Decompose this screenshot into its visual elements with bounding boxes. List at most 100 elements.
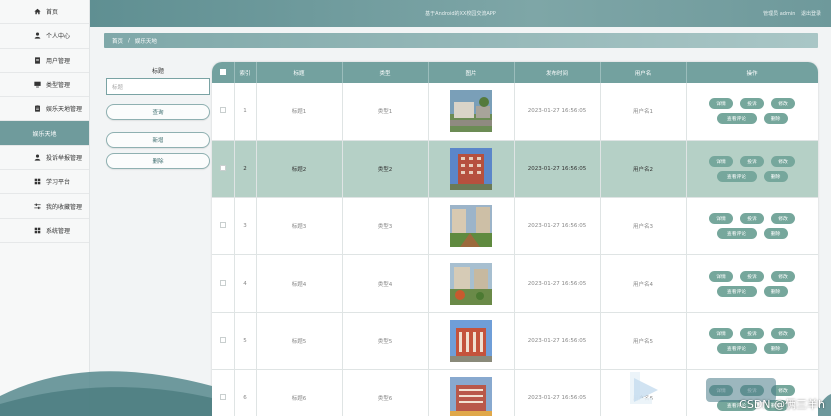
query-button[interactable]: 查询 — [106, 104, 210, 120]
sidebar-item-label: 首页 — [46, 9, 59, 17]
username-cell: 用户名1 — [600, 83, 687, 141]
sidebar-item[interactable]: 首页 — [0, 0, 89, 25]
view-comments-button[interactable]: 查看评论 — [716, 342, 757, 354]
delete-button[interactable]: 删除 — [763, 170, 788, 182]
sidebar-item-label: 个人中心 — [46, 33, 71, 41]
user-icon — [34, 32, 41, 40]
row-checkbox[interactable] — [219, 394, 226, 401]
detail-button[interactable]: 详情 — [709, 155, 733, 167]
edit-button[interactable]: 修改 — [771, 98, 795, 110]
edit-button[interactable]: 修改 — [771, 327, 795, 339]
row-select-cell[interactable] — [212, 254, 235, 313]
add-button[interactable]: 新增 — [106, 132, 210, 148]
index-cell: 2 — [234, 140, 257, 199]
row-checkbox[interactable] — [219, 222, 226, 229]
thumbnail-image — [450, 90, 492, 133]
edit-button[interactable]: 修改 — [771, 155, 795, 167]
sidebar-item-label: 投诉举报管理 — [46, 154, 83, 162]
index-cell: 6 — [234, 369, 257, 416]
top-bar: 基于Android的XX校园交流APP 管理员 admin 退出登录 — [90, 0, 831, 27]
delete-button[interactable]: 删除 — [763, 113, 788, 125]
detail-button[interactable]: 详情 — [709, 98, 733, 110]
sidebar: 首页个人中心用户管理类型管理娱乐天地管理娱乐天地投诉举报管理学习平台 我的收藏管理… — [0, 0, 90, 416]
sidebar-item[interactable]: 投诉举报管理 — [0, 146, 89, 171]
column-header: 发布时间 — [514, 62, 601, 83]
thumbnail-image — [450, 205, 492, 248]
title-cell: 标题6 — [256, 369, 343, 416]
publish-time-cell: 2023-01-27 16:56:05 — [514, 254, 601, 313]
view-comments-button[interactable]: 查看评论 — [716, 228, 757, 240]
delete-button[interactable]: 删除 — [763, 342, 788, 354]
report-button[interactable]: 投诉 — [740, 270, 764, 282]
edit-button[interactable]: 修改 — [771, 270, 795, 282]
row-checkbox[interactable] — [219, 107, 226, 114]
row-checkbox[interactable] — [219, 336, 226, 343]
thumbnail-image — [450, 377, 492, 416]
delete-button[interactable]: 删除 — [763, 228, 788, 240]
table-row[interactable]: 5 标题5 类型5 2023-01-27 16:56:05 用户名5 详情 投诉 修改 查看评论… — [212, 312, 818, 370]
user-area: 管理员 admin 退出登录 — [759, 10, 821, 17]
view-comments-button[interactable]: 查看评论 — [716, 113, 757, 125]
breadcrumb-home[interactable]: 首页 — [112, 37, 123, 45]
type-cell: 类型2 — [342, 140, 429, 199]
title-cell: 标题4 — [256, 254, 343, 313]
sidebar-item-label: 类型管理 — [46, 82, 71, 90]
select-all-header[interactable] — [212, 62, 235, 83]
row-select-cell[interactable] — [212, 140, 235, 199]
batch-delete-button[interactable]: 删除 — [106, 153, 210, 169]
thumbnail-image — [450, 262, 492, 305]
row-select-cell[interactable] — [212, 312, 235, 370]
sidebar-item[interactable]: 我的收藏管理 — [0, 194, 89, 219]
detail-button[interactable]: 详情 — [709, 327, 733, 339]
table-row[interactable]: 1 标题1 类型1 2023-01-27 16:56:05 用户名1 详情 投诉 修改 查看评论… — [212, 83, 818, 141]
detail-button[interactable]: 详情 — [709, 213, 733, 225]
sidebar-item[interactable]: 用户管理 — [0, 49, 89, 73]
current-user: 管理员 admin — [763, 11, 796, 17]
row-checkbox[interactable] — [219, 279, 226, 286]
report-button[interactable]: 投诉 — [740, 98, 764, 110]
title-search-input[interactable]: 标题 — [106, 78, 210, 95]
image-cell — [428, 197, 515, 256]
sidebar-item[interactable]: 娱乐天地 — [0, 121, 89, 146]
report-button[interactable]: 投诉 — [740, 213, 764, 225]
view-comments-button[interactable]: 查看评论 — [716, 285, 757, 297]
username-cell: 用户名2 — [600, 140, 687, 199]
table-row[interactable]: 4 标题4 类型4 2023-01-27 16:56:05 用户名4 详情 投诉 修改 查看评论… — [212, 254, 818, 313]
home-icon — [34, 8, 41, 15]
view-comments-button[interactable]: 查看评论 — [716, 170, 757, 182]
sidebar-item[interactable]: 个人中心 — [0, 24, 89, 49]
table-row[interactable]: 2 标题2 类型2 2023-01-27 16:56:05 用户名2 详情 投诉 修改 查看评论… — [212, 140, 818, 199]
sidebar-item[interactable]: 类型管理 — [0, 73, 89, 98]
report-button[interactable]: 投诉 — [740, 155, 764, 167]
row-checkbox[interactable] — [219, 164, 226, 171]
type-cell: 类型6 — [342, 369, 429, 416]
sidebar-item-label: 系统管理 — [46, 227, 71, 235]
watermark-text: CSDN @俩三羊h — [739, 398, 825, 411]
sidebar-item[interactable]: 娱乐天地管理 — [0, 97, 89, 122]
sidebar-item[interactable]: 学习平台 — [0, 170, 89, 195]
row-select-cell[interactable] — [212, 197, 235, 256]
publish-time-cell: 2023-01-27 16:56:05 — [514, 369, 601, 416]
actions-cell: 详情投诉修改查看评论删除 — [686, 312, 818, 370]
sidebar-item-label: 娱乐天地管理 — [46, 106, 83, 114]
edit-button[interactable]: 修改 — [771, 213, 795, 225]
detail-button[interactable]: 详情 — [709, 270, 733, 282]
select-all-checkbox[interactable] — [219, 68, 226, 75]
actions-cell: 详情投诉修改查看评论删除 — [686, 254, 818, 313]
row-select-cell[interactable] — [212, 83, 235, 141]
sidebar-item[interactable]: 系统管理 — [0, 219, 89, 243]
type-cell: 类型1 — [342, 83, 429, 141]
logout-link[interactable]: 退出登录 — [801, 11, 821, 17]
row-select-cell[interactable] — [212, 369, 235, 416]
breadcrumb-separator: / — [128, 37, 130, 44]
user-icon — [34, 154, 41, 161]
column-header: 图片 — [428, 62, 515, 83]
table-row[interactable]: 3 标题3 类型3 2023-01-27 16:56:05 用户名3 详情 投诉 修改 查看评论… — [212, 197, 818, 256]
delete-button[interactable]: 删除 — [763, 285, 788, 297]
column-header: 用户名 — [600, 62, 687, 83]
report-button[interactable]: 投诉 — [740, 327, 764, 339]
username-cell: 用户名5 — [600, 312, 687, 370]
username-cell: 用户名3 — [600, 197, 687, 256]
column-header: 类型 — [342, 62, 429, 83]
search-label: 标题 — [151, 68, 164, 75]
